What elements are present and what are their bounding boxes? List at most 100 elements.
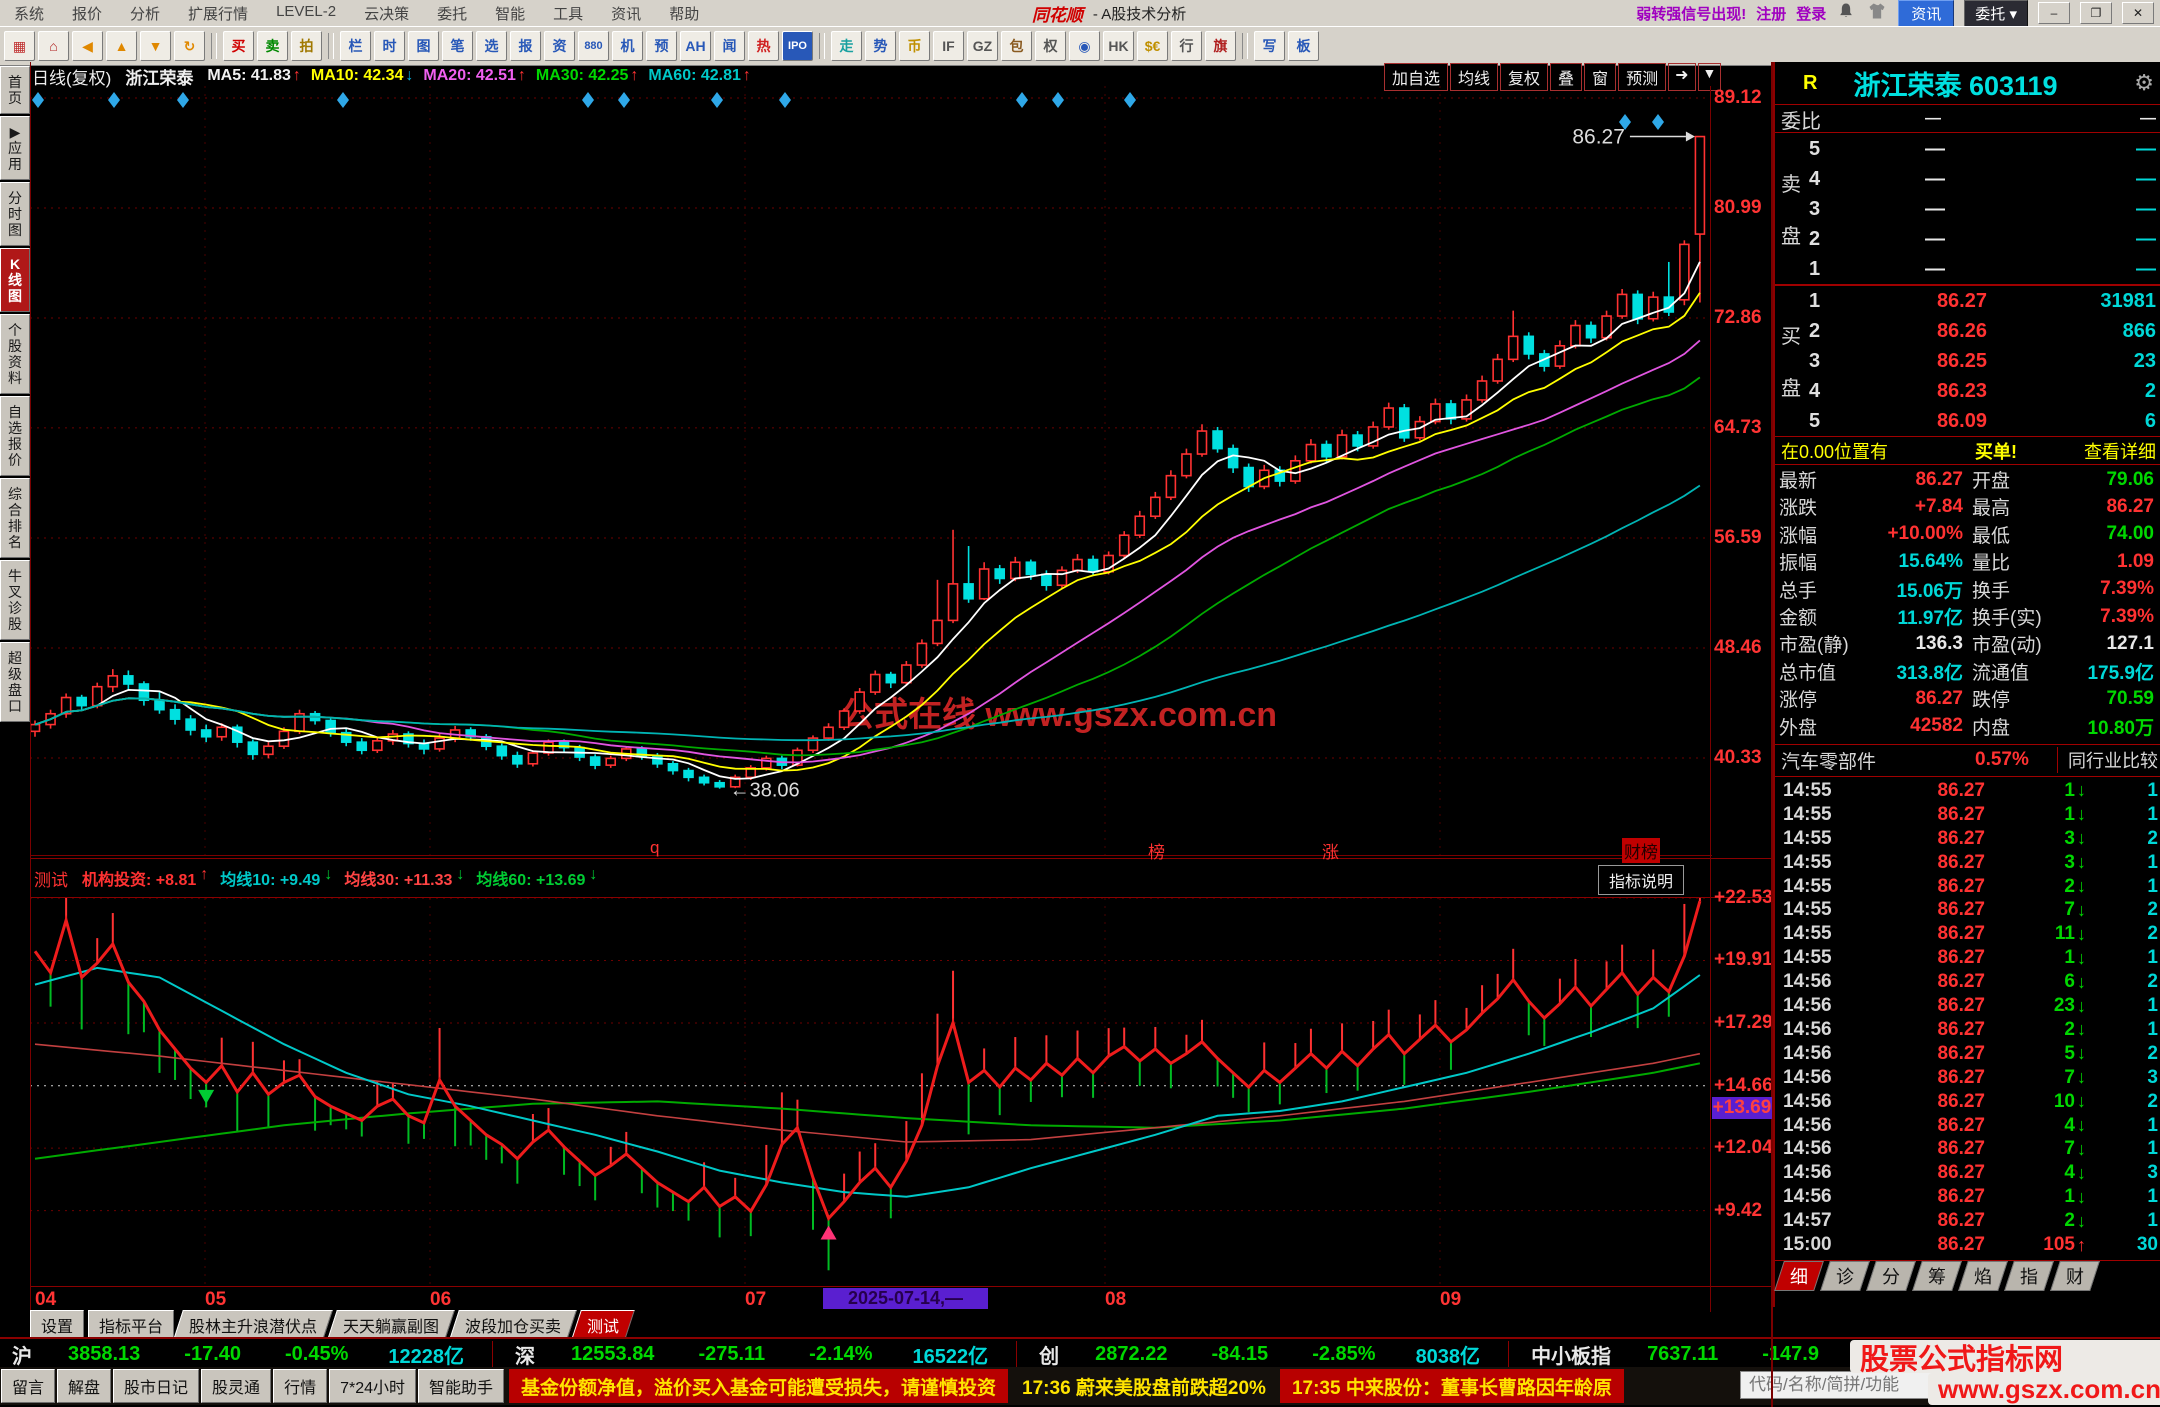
toolbar-icon-34[interactable]: HK — [1103, 31, 1134, 61]
minimize-button[interactable]: – — [2038, 2, 2070, 24]
index-label-创[interactable]: 创 — [1039, 1340, 1059, 1369]
toolbar-icon-18[interactable]: 880 — [578, 31, 609, 61]
toolbar-icon-33[interactable]: ◉ — [1069, 31, 1100, 61]
chart-tab-设置[interactable]: 设置 — [30, 1310, 85, 1340]
menu-item-云决策[interactable]: 云决策 — [350, 3, 423, 24]
index-label-沪[interactable]: 沪 — [12, 1340, 32, 1369]
sidebar-item-应用[interactable]: ▶ 应用 — [0, 116, 30, 180]
toolbar-icon-40[interactable]: 板 — [1288, 31, 1319, 61]
menu-item-报价[interactable]: 报价 — [58, 3, 116, 24]
broker-button[interactable]: 委托 ▾ — [1964, 0, 2028, 27]
toolbar-icon-37[interactable]: 旗 — [1205, 31, 1236, 61]
shirt-icon[interactable] — [1866, 1, 1888, 25]
panel-tab-诊[interactable]: 诊 — [1820, 1261, 1870, 1291]
toolbar-icon-31[interactable]: 包 — [1001, 31, 1032, 61]
toolbar-icon-20[interactable]: 预 — [646, 31, 677, 61]
status-button-解盘[interactable]: 解盘 — [57, 1369, 112, 1403]
indicator-chart[interactable] — [30, 898, 1710, 1286]
chart-tab-波段加仓买卖[interactable]: 波段加仓买卖 — [449, 1310, 577, 1340]
status-button-智能助手[interactable]: 智能助手 — [418, 1369, 505, 1403]
chart-tab-测试[interactable]: 测试 — [571, 1310, 635, 1340]
toolbar-icon-16[interactable]: 报 — [510, 31, 541, 61]
toolbar-icon-5[interactable]: ↻ — [174, 31, 205, 61]
toolbar-icon-1[interactable]: ⌂ — [38, 31, 69, 61]
gear-icon[interactable]: ⚙ — [2134, 70, 2154, 96]
toolbar-icon-8[interactable]: 卖 — [257, 31, 288, 61]
chart-tab-股林主升浪潜伏点[interactable]: 股林主升浪潜伏点 — [173, 1310, 333, 1340]
toolbar-icon-14[interactable]: 笔 — [442, 31, 473, 61]
toolbar-icon-19[interactable]: 机 — [612, 31, 643, 61]
toolbar-icon-9[interactable]: 拍 — [291, 31, 322, 61]
signal-alert-link[interactable]: 弱转强信号出现! — [1636, 3, 1746, 24]
status-button-7*24小时[interactable]: 7*24小时 — [329, 1369, 417, 1403]
bell-icon[interactable] — [1836, 1, 1856, 25]
kline-chart[interactable]: 公式在线 www.gszx.com.cn←38.0686.27 — [30, 86, 1710, 856]
close-button[interactable]: ✕ — [2122, 2, 2154, 24]
news-item-2[interactable]: 17:35 中来股份：董事长曹路因年龄原 — [1279, 1369, 1624, 1403]
chart-period[interactable]: 日线(复权) — [32, 64, 111, 89]
toolbar-icon-30[interactable]: GZ — [967, 31, 998, 61]
sidebar-item-超级盘口[interactable]: 超级盘口 — [0, 642, 30, 722]
chart-tab-指标平台[interactable]: 指标平台 — [88, 1310, 175, 1340]
industry-compare-link[interactable]: 同行业比较 — [2057, 747, 2158, 773]
toolbar-icon-32[interactable]: 权 — [1035, 31, 1066, 61]
status-button-行情[interactable]: 行情 — [273, 1369, 328, 1403]
index-label-深[interactable]: 深 — [515, 1340, 535, 1369]
event-marker-q[interactable]: q — [650, 838, 659, 858]
panel-tab-指[interactable]: 指 — [2004, 1261, 2054, 1291]
indicator-name[interactable]: 测试 — [34, 866, 68, 891]
toolbar-icon-36[interactable]: 行 — [1171, 31, 1202, 61]
sidebar-item-牛叉诊股[interactable]: 牛叉诊股 — [0, 560, 30, 640]
toolbar-icon-3[interactable]: ▲ — [106, 31, 137, 61]
menu-item-扩展行情[interactable]: 扩展行情 — [174, 3, 262, 24]
toolbar-icon-22[interactable]: 闻 — [714, 31, 745, 61]
sidebar-item-综合排名[interactable]: 综合排名 — [0, 478, 30, 558]
event-marker-榜[interactable]: 榜 — [1148, 838, 1165, 863]
menu-item-帮助[interactable]: 帮助 — [655, 3, 713, 24]
indicator-help-button[interactable]: 指标说明 — [1598, 865, 1685, 895]
panel-tab-细[interactable]: 细 — [1774, 1261, 1824, 1291]
menu-item-资讯[interactable]: 资讯 — [597, 3, 655, 24]
news-button[interactable]: 资讯 — [1898, 0, 1955, 27]
menu-item-工具[interactable]: 工具 — [539, 3, 597, 24]
toolbar-icon-28[interactable]: 币 — [899, 31, 930, 61]
toolbar-icon-27[interactable]: 势 — [865, 31, 896, 61]
panel-tab-分[interactable]: 分 — [1866, 1261, 1916, 1291]
login-link[interactable]: 登录 — [1796, 3, 1826, 24]
news-item-1[interactable]: 17:36 蔚来美股盘前跌超20% — [1008, 1367, 1280, 1405]
restore-button[interactable]: ❐ — [2080, 2, 2112, 24]
menu-item-分析[interactable]: 分析 — [116, 3, 174, 24]
toolbar-icon-2[interactable]: ◀ — [72, 31, 103, 61]
sidebar-item-自选报价[interactable]: 自选报价 — [0, 396, 30, 476]
event-marker-财榜[interactable]: 财榜 — [1622, 838, 1660, 863]
status-button-股灵通[interactable]: 股灵通 — [201, 1369, 272, 1403]
toolbar-icon-17[interactable]: 资 — [544, 31, 575, 61]
register-link[interactable]: 注册 — [1756, 3, 1786, 24]
toolbar-icon-24[interactable]: IPO — [782, 31, 813, 61]
toolbar-icon-13[interactable]: 图 — [408, 31, 439, 61]
toolbar-icon-26[interactable]: 走 — [831, 31, 862, 61]
toolbar-icon-39[interactable]: 写 — [1254, 31, 1285, 61]
status-button-股市日记[interactable]: 股市日记 — [113, 1369, 200, 1403]
toolbar-icon-35[interactable]: $€ — [1137, 31, 1168, 61]
panel-tab-财[interactable]: 财 — [2050, 1261, 2100, 1291]
status-button-留言[interactable]: 留言 — [1, 1369, 56, 1403]
toolbar-icon-15[interactable]: 选 — [476, 31, 507, 61]
menu-item-智能[interactable]: 智能 — [481, 3, 539, 24]
sidebar-item-首页[interactable]: 首页 — [0, 66, 30, 114]
sidebar-item-K线图[interactable]: K线图 — [0, 248, 30, 312]
toolbar-icon-0[interactable]: ▦ — [4, 31, 35, 61]
panel-tab-焰[interactable]: 焰 — [1958, 1261, 2008, 1291]
sidebar-item-个股资料[interactable]: 个股资料 — [0, 314, 30, 394]
menu-item-LEVEL-2[interactable]: LEVEL-2 — [262, 3, 350, 24]
toolbar-icon-12[interactable]: 时 — [374, 31, 405, 61]
menu-item-系统[interactable]: 系统 — [0, 3, 58, 24]
industry-name[interactable]: 汽车零部件 — [1781, 747, 1876, 774]
view-detail-link[interactable]: 查看详细 — [2084, 438, 2156, 464]
sidebar-item-分时图[interactable]: 分时图 — [0, 182, 30, 246]
toolbar-icon-7[interactable]: 买 — [223, 31, 254, 61]
index-label-中小板指[interactable]: 中小板指 — [1531, 1340, 1611, 1369]
event-marker-涨[interactable]: 涨 — [1322, 838, 1339, 863]
chart-tab-天天躺赢副图[interactable]: 天天躺赢副图 — [327, 1310, 455, 1340]
toolbar-icon-29[interactable]: IF — [933, 31, 964, 61]
